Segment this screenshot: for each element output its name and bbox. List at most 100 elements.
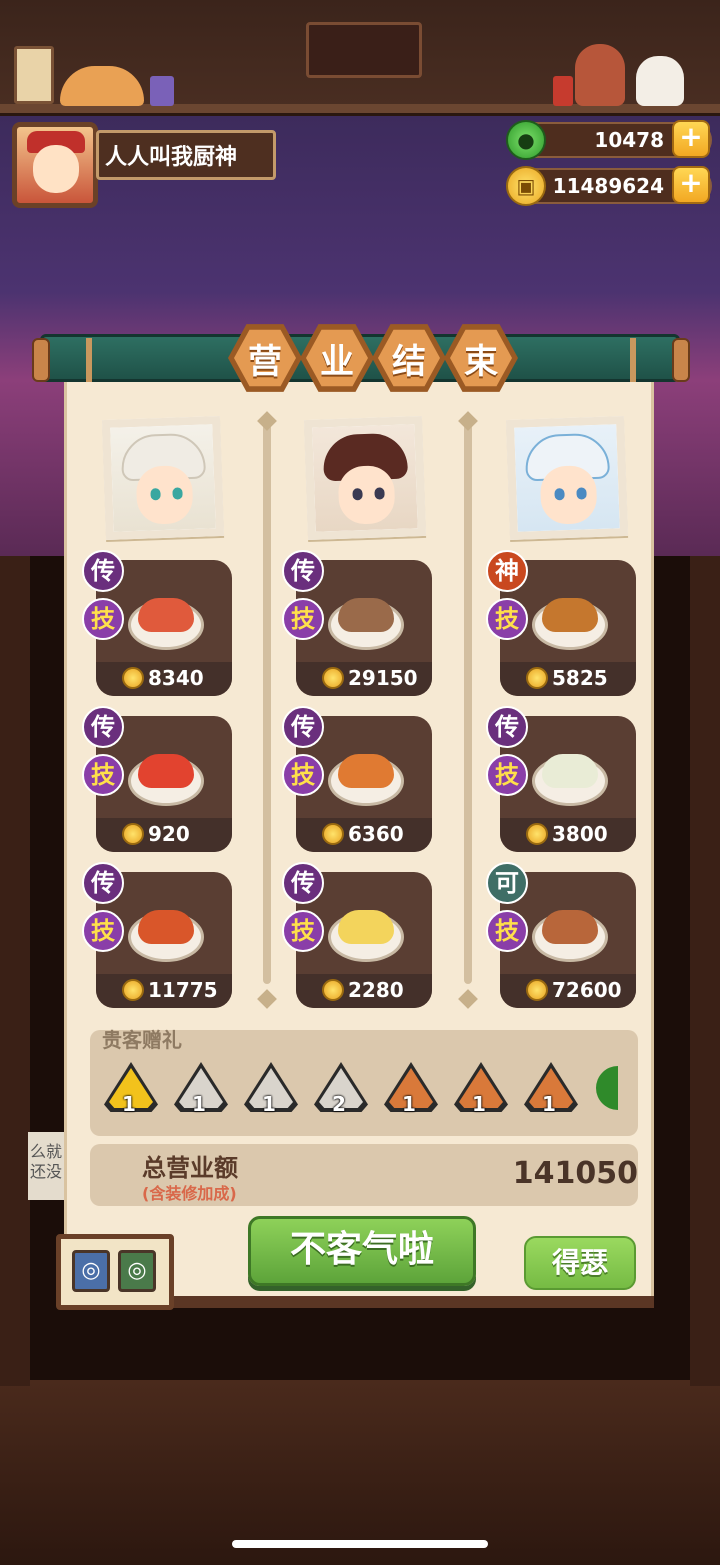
chef-eye <box>172 487 183 500</box>
dish-food <box>542 598 598 632</box>
dish-price: 3800 <box>552 822 608 846</box>
dish-price: 11775 <box>148 978 218 1002</box>
gift-count: 2 <box>332 1092 346 1116</box>
dish-food <box>338 910 394 944</box>
coin-icon <box>526 979 548 1001</box>
coin-icon <box>322 979 344 1001</box>
dish-rank-badge: 神 <box>486 550 528 592</box>
confirm-button[interactable]: 不客气啦 <box>248 1216 476 1286</box>
dish-rank-badge: 传 <box>82 706 124 748</box>
dish-food <box>138 754 194 788</box>
gift-count: 1 <box>472 1092 486 1116</box>
coin-icon <box>122 979 144 1001</box>
gift-count: 1 <box>542 1092 556 1116</box>
dish-food <box>542 754 598 788</box>
dish-rank-badge: 可 <box>486 862 528 904</box>
chef-eye <box>374 487 385 500</box>
banner-rod-left <box>32 338 50 382</box>
gold-token-icon[interactable]: 1 <box>104 1062 158 1116</box>
shelf-box-decoration <box>14 46 54 104</box>
jade-icon: ● <box>506 120 546 160</box>
chef-face <box>135 464 194 525</box>
coin-icon <box>122 823 144 845</box>
gift-count: 1 <box>192 1092 206 1116</box>
silver-token-icon[interactable]: 1 <box>244 1062 298 1116</box>
player-name: 人人叫我厨神 <box>96 130 276 180</box>
dish-rank-badge: 传 <box>82 862 124 904</box>
purple-cup-decoration <box>150 76 174 106</box>
share-blue-icon[interactable]: ◎ <box>72 1250 110 1292</box>
bronze-token-icon[interactable]: 1 <box>454 1062 508 1116</box>
dish-skill-badge: 技 <box>282 598 324 640</box>
red-cup-decoration <box>553 76 573 106</box>
bronze-token-icon[interactable]: 1 <box>384 1062 438 1116</box>
banner-pin-left <box>86 338 92 382</box>
column-divider <box>464 424 472 984</box>
dish-price: 2280 <box>348 978 404 1002</box>
chef-eye <box>150 488 161 501</box>
raccoon-scroll-decoration <box>306 22 422 78</box>
coin-icon <box>122 667 144 689</box>
avatar-face <box>33 145 79 193</box>
banner-pin-right <box>630 338 636 382</box>
dish-price: 920 <box>148 822 190 846</box>
dish-price: 6360 <box>348 822 404 846</box>
gift-count: 1 <box>122 1092 136 1116</box>
total-revenue-note: (含装修加成) <box>142 1184 237 1203</box>
left-pillar <box>0 556 30 1386</box>
gift-count: 1 <box>402 1092 416 1116</box>
dish-rank-badge: 传 <box>82 550 124 592</box>
dish-skill-badge: 技 <box>486 910 528 952</box>
add-jade-button[interactable]: + <box>672 120 710 158</box>
dish-price: 5825 <box>552 666 608 690</box>
chef-eye <box>576 487 587 500</box>
dish-skill-badge: 技 <box>486 598 528 640</box>
chef-portrait[interactable] <box>303 415 427 541</box>
show-off-button[interactable]: 得瑟 <box>524 1236 636 1290</box>
total-revenue-label: 总营业额 <box>142 1154 238 1182</box>
dish-skill-badge: 技 <box>82 910 124 952</box>
dish-skill-badge: 技 <box>282 910 324 952</box>
dish-food <box>542 910 598 944</box>
gift-count: 1 <box>262 1092 276 1116</box>
chef-eye <box>352 488 363 501</box>
player-avatar[interactable] <box>12 122 98 208</box>
dish-price: 72600 <box>552 978 622 1002</box>
dish-skill-badge: 技 <box>82 598 124 640</box>
dish-food <box>138 598 194 632</box>
background-text: 么就还没 <box>28 1132 68 1200</box>
dish-rank-badge: 传 <box>282 550 324 592</box>
silver-token-icon[interactable]: 2 <box>314 1062 368 1116</box>
dish-skill-badge: 技 <box>282 754 324 796</box>
coin-icon <box>322 823 344 845</box>
chef-face <box>337 464 396 525</box>
restaurant-floor <box>0 1380 720 1565</box>
right-pillar <box>690 556 720 1386</box>
coin-icon: ▣ <box>506 166 546 206</box>
guest-gifts-label: 贵客赠礼 <box>102 1028 182 1052</box>
dish-rank-badge: 传 <box>282 706 324 748</box>
dish-rank-badge: 传 <box>282 862 324 904</box>
bronze-token-icon[interactable]: 1 <box>524 1062 578 1116</box>
dish-food <box>338 754 394 788</box>
home-indicator[interactable] <box>232 1540 488 1548</box>
total-revenue-value: 141050 <box>512 1156 638 1191</box>
coin-icon <box>322 667 344 689</box>
dish-rank-badge: 传 <box>486 706 528 748</box>
dish-skill-badge: 技 <box>486 754 528 796</box>
coin-icon <box>526 823 548 845</box>
chef-portrait[interactable] <box>505 415 629 541</box>
column-divider <box>263 424 271 984</box>
add-coin-button[interactable]: + <box>672 166 710 204</box>
white-cat-decoration <box>636 56 684 106</box>
girl-figure-decoration <box>575 44 625 106</box>
silver-token-icon[interactable]: 1 <box>174 1062 228 1116</box>
dish-skill-badge: 技 <box>82 754 124 796</box>
dish-price: 8340 <box>148 666 204 690</box>
chef-face <box>539 464 598 525</box>
chef-eye <box>554 488 565 501</box>
share-green-icon[interactable]: ◎ <box>118 1250 156 1292</box>
dish-price: 29150 <box>348 666 418 690</box>
chef-portrait[interactable] <box>101 415 225 541</box>
dish-food <box>138 910 194 944</box>
